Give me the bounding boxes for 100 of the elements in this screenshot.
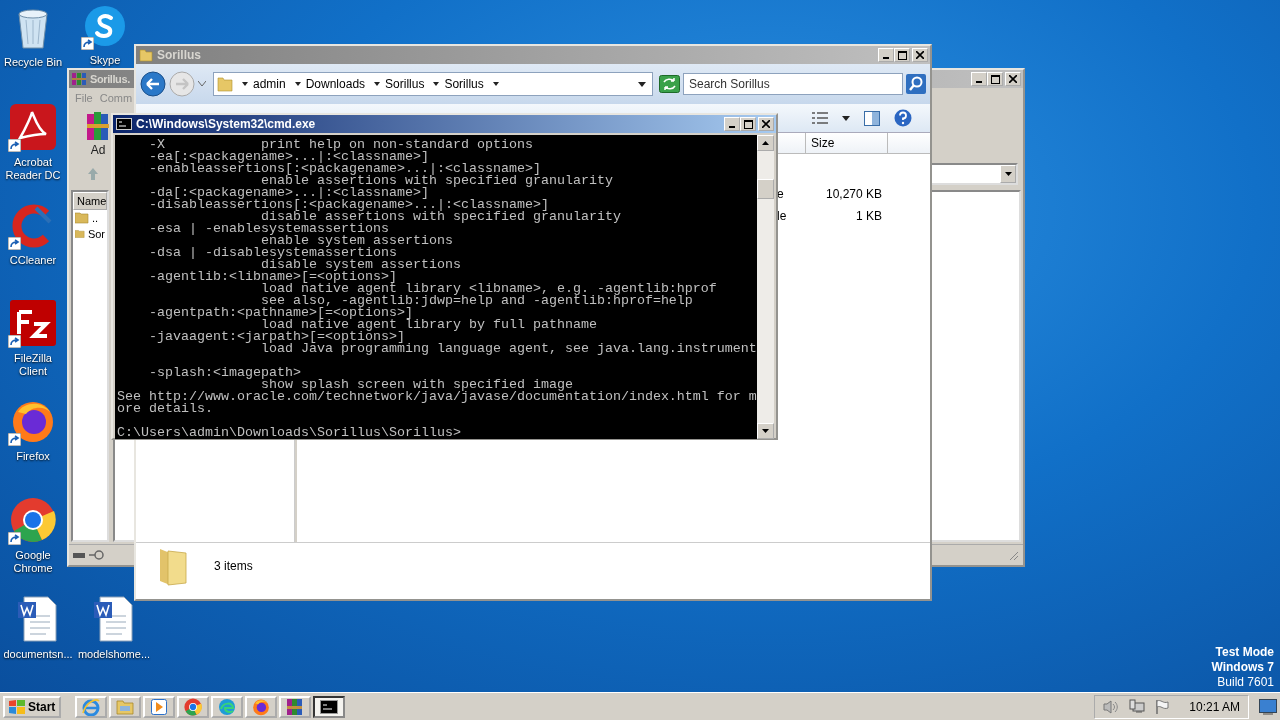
file-name[interactable]: Sor (87, 228, 105, 240)
console-line: C:\Users\admin\Downloads\Sorillus\Sorillus> (117, 427, 462, 439)
console-line: -da[:<packagename>...|:<classname>] (148, 187, 429, 199)
filezilla-icon[interactable] (10, 300, 56, 346)
acrobat-icon[interactable] (10, 104, 56, 150)
window-title: C:\Windows\System32\cmd.exe (136, 117, 316, 131)
breadcrumb-arrow-icon[interactable] (492, 82, 499, 86)
folder-icon (75, 212, 89, 224)
breadcrumb-item[interactable]: Sorillus (444, 77, 484, 91)
breadcrumb-item[interactable]: Sorillus (385, 77, 425, 91)
preview-pane-icon[interactable] (864, 110, 880, 126)
history-dropdown-icon[interactable] (198, 81, 206, 87)
column-header[interactable]: Name (73, 192, 107, 210)
table-cell: e (777, 187, 784, 201)
desktop-icon-label[interactable]: documentsn... (3, 648, 73, 661)
breadcrumb-arrow-icon[interactable] (433, 82, 440, 86)
desktop-icon-label[interactable]: CCleaner (9, 254, 57, 267)
breadcrumb-arrow-icon[interactable] (374, 82, 381, 86)
word-document-icon[interactable] (94, 596, 134, 642)
word-document-icon[interactable] (18, 596, 58, 642)
console-line: -ea[:<packagename>...|:<classname>] (148, 151, 429, 163)
console-line: see also, -agentlib:jdwp=help and -agentlib:hprof=help (260, 295, 693, 307)
dropdown-arrow-icon (1004, 172, 1012, 176)
windows-logo-icon (9, 699, 25, 714)
scroll-down-icon[interactable] (762, 429, 769, 433)
view-options-icon[interactable] (812, 111, 828, 125)
console-line: -disableassertions[:<packagename>...|:<classname>] (148, 199, 549, 211)
drive-key-icon (73, 550, 105, 560)
skype-icon[interactable] (83, 4, 127, 48)
item-count: 3 items (214, 559, 253, 573)
breadcrumb-arrow-icon[interactable] (294, 82, 301, 86)
network-icon[interactable] (1129, 699, 1146, 714)
scroll-thumb[interactable] (757, 179, 774, 199)
scroll-up-icon[interactable] (762, 141, 769, 145)
dropdown-arrow-icon[interactable] (638, 81, 646, 87)
maximize-button[interactable] (740, 117, 756, 131)
desktop-icon-label[interactable]: Recycle Bin (3, 56, 63, 69)
close-button[interactable] (758, 117, 774, 131)
start-button[interactable]: Start (3, 695, 62, 718)
edition-notice-text: Test Mode (1215, 645, 1274, 660)
console-line: -enableassertions[:<packagename>...|:<classname>] (148, 163, 541, 175)
internet-explorer-icon (82, 697, 101, 716)
desktop-icon-label[interactable]: Firefox (16, 450, 50, 463)
console-line: -splash:<imagepath> (148, 367, 302, 379)
minimize-button[interactable] (724, 117, 740, 131)
table-cell: le (777, 209, 787, 223)
clock[interactable]: 10:21 AM (1189, 699, 1240, 714)
breadcrumb-arrow-icon[interactable] (242, 82, 248, 86)
scrollbar[interactable] (757, 135, 774, 439)
chrome-icon[interactable] (10, 497, 56, 543)
console-line: -javaagent:<jarpath>[=<options>] (148, 331, 405, 343)
archive-books-icon (87, 111, 109, 140)
edge-icon (218, 697, 237, 716)
console-icon (116, 118, 132, 130)
console-line: -dsa | -disablesystemassertions (148, 247, 397, 259)
winrar-icon (286, 697, 305, 716)
breadcrumb-item[interactable]: Downloads (305, 77, 366, 91)
recycle-bin-icon[interactable] (16, 6, 50, 50)
desktop-icon-label[interactable]: FileZilla Client (0, 352, 66, 378)
breadcrumb-item[interactable]: admin (253, 77, 286, 91)
close-icon (762, 120, 770, 128)
search-button[interactable] (906, 74, 926, 94)
console-line: -esa | -enablesystemassertions (148, 223, 389, 235)
add-button[interactable]: Ad (87, 111, 109, 157)
console-line: See http://www.oracle.com/technetwork/java/javase/documentation/index.html for m (117, 391, 757, 403)
console-line: enable system assertions (260, 235, 454, 247)
desktop-icon-label[interactable]: Google Chrome (0, 549, 66, 575)
resize-grip-icon[interactable] (1008, 549, 1019, 561)
console-line: load native agent library <libname>, e.g. -agentlib:hprof (260, 283, 718, 295)
desktop-icon-label[interactable]: modelshome... (77, 648, 151, 661)
help-icon[interactable] (894, 109, 912, 127)
edition-notice-text: Build 7601 (1217, 675, 1274, 690)
desktop-icon-label[interactable]: Skype (89, 54, 121, 67)
console-line: load native agent library by full pathname (260, 319, 598, 331)
console-line: -agentlib:<libname>[=<options>] (148, 271, 398, 283)
address-bar[interactable]: admin Downloads Sorillus Sorillus (213, 72, 653, 96)
column-header[interactable]: Size (806, 133, 888, 154)
table-cell-text: 1 KB (855, 209, 882, 223)
refresh-button[interactable] (659, 75, 680, 93)
console-line: show splash screen with specified image (260, 379, 573, 391)
folder-icon (217, 76, 233, 92)
chrome-icon (184, 697, 203, 716)
close-icon (916, 51, 924, 59)
search-field[interactable]: Search Sorillus (683, 73, 903, 95)
maximize-icon (990, 74, 1000, 84)
file-name[interactable]: .. (92, 212, 99, 224)
desktop-icon-label[interactable]: Acrobat Reader DC (0, 156, 66, 182)
maximize-icon (897, 50, 907, 60)
media-player-icon (151, 698, 168, 715)
window-title: Sorillus (157, 48, 201, 62)
folder-icon (116, 698, 135, 715)
console-icon (320, 699, 339, 714)
winrar-icon (72, 72, 86, 86)
back-button[interactable] (140, 71, 166, 97)
folder-icon (75, 228, 85, 240)
flag-icon[interactable] (1155, 699, 1170, 714)
firefox-icon (252, 697, 271, 716)
taskbar-app-button[interactable] (313, 695, 346, 718)
show-desktop-icon[interactable] (1259, 698, 1277, 715)
dropdown-arrow-icon[interactable] (842, 115, 850, 121)
